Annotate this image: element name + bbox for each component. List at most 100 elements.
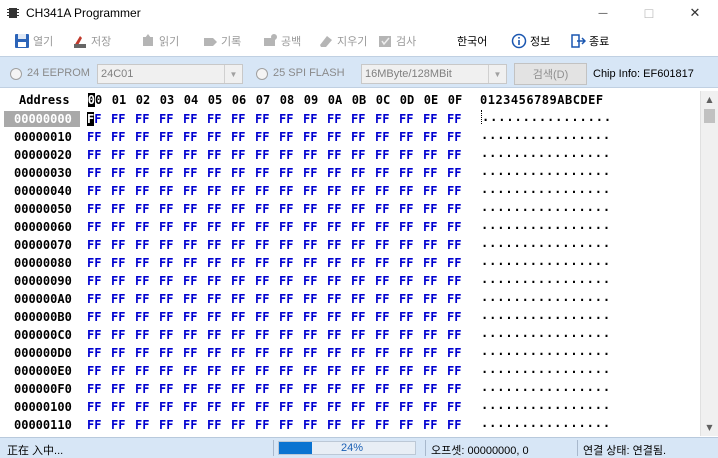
hex-byte[interactable]: FF [183, 256, 197, 270]
hex-byte[interactable]: FF [375, 382, 389, 396]
hex-byte[interactable]: FF [87, 292, 101, 306]
hex-byte[interactable]: FF [159, 148, 173, 162]
hex-byte[interactable]: FF [327, 364, 341, 378]
hex-byte[interactable]: FF [423, 184, 437, 198]
hex-byte[interactable]: FF [207, 238, 221, 252]
hex-byte[interactable]: FF [303, 238, 317, 252]
hex-byte[interactable]: FF [423, 346, 437, 360]
hex-byte[interactable]: FF [135, 274, 149, 288]
hex-byte[interactable]: FF [207, 202, 221, 216]
hex-byte[interactable]: FF [375, 274, 389, 288]
hex-byte[interactable]: FF [135, 382, 149, 396]
hex-byte[interactable]: FF [231, 184, 245, 198]
hex-byte[interactable]: FF [159, 274, 173, 288]
hex-byte[interactable]: FF [135, 346, 149, 360]
hex-byte[interactable]: FF [135, 292, 149, 306]
hex-byte[interactable]: FF [159, 202, 173, 216]
hex-byte[interactable]: FF [447, 148, 461, 162]
hex-byte[interactable]: FF [87, 238, 101, 252]
write-button[interactable]: 기록 [202, 31, 241, 51]
hex-byte[interactable]: FF [231, 166, 245, 180]
hex-byte[interactable]: FF [183, 238, 197, 252]
hex-byte[interactable]: FF [111, 328, 125, 342]
hex-byte[interactable]: FF [447, 292, 461, 306]
hex-byte[interactable]: FF [111, 418, 125, 432]
hex-byte[interactable]: FF [279, 238, 293, 252]
hex-byte[interactable]: FF [423, 418, 437, 432]
hex-byte[interactable]: FF [183, 346, 197, 360]
hex-byte[interactable]: FF [447, 166, 461, 180]
hex-byte[interactable]: FF [159, 418, 173, 432]
hex-byte[interactable]: FF [303, 364, 317, 378]
hex-byte[interactable]: FF [159, 346, 173, 360]
blank-button[interactable]: 공백 [262, 31, 301, 51]
hex-byte[interactable]: FF [279, 400, 293, 414]
row-ascii[interactable]: ................ [481, 362, 611, 376]
hex-byte[interactable]: FF [279, 382, 293, 396]
hex-byte[interactable]: FF [255, 382, 269, 396]
hex-byte[interactable]: FF [399, 112, 413, 126]
hex-byte[interactable]: FF [399, 202, 413, 216]
hex-byte[interactable]: FF [207, 310, 221, 324]
hex-byte[interactable]: FF [111, 202, 125, 216]
hex-byte[interactable]: FF [303, 400, 317, 414]
hex-byte[interactable]: FF [399, 274, 413, 288]
hex-byte[interactable]: FF [231, 310, 245, 324]
hex-byte[interactable]: FF [255, 418, 269, 432]
hex-byte[interactable]: FF [351, 328, 365, 342]
hex-byte[interactable]: FF [111, 166, 125, 180]
hex-byte[interactable]: FF [183, 130, 197, 144]
hex-byte[interactable]: FF [183, 184, 197, 198]
hex-byte[interactable]: FF [447, 274, 461, 288]
hex-byte[interactable]: FF [399, 382, 413, 396]
hex-byte[interactable]: FF [327, 418, 341, 432]
hex-byte[interactable]: FF [327, 220, 341, 234]
hex-byte[interactable]: FF [399, 148, 413, 162]
scroll-up-icon[interactable]: ▲ [701, 91, 718, 108]
hex-byte[interactable]: FF [423, 166, 437, 180]
hex-row[interactable]: 000000A0 FF FF FF FF FF FF FF FF FF FF FF FF FF FF FF FF… [0, 290, 700, 308]
hex-byte[interactable]: FF [255, 184, 269, 198]
hex-byte[interactable]: FF [351, 184, 365, 198]
hex-byte[interactable]: FF [255, 346, 269, 360]
hex-byte[interactable]: FF [159, 256, 173, 270]
row-ascii[interactable]: ................ [481, 146, 611, 160]
hex-byte[interactable]: FF [399, 364, 413, 378]
hex-byte[interactable]: FF [159, 112, 173, 126]
hex-byte[interactable]: FF [303, 184, 317, 198]
hex-byte[interactable]: FF [375, 256, 389, 270]
hex-byte[interactable]: FF [135, 202, 149, 216]
row-ascii[interactable]: ................ [481, 398, 611, 412]
hex-byte[interactable]: FF [303, 310, 317, 324]
hex-byte[interactable]: FF [135, 400, 149, 414]
hex-byte[interactable]: FF [447, 184, 461, 198]
hex-byte[interactable]: FF [279, 148, 293, 162]
hex-byte[interactable]: FF [303, 346, 317, 360]
hex-byte[interactable]: FF [111, 274, 125, 288]
hex-byte[interactable]: FF [327, 400, 341, 414]
hex-byte[interactable]: FF [183, 418, 197, 432]
hex-byte[interactable]: FF [87, 364, 101, 378]
hex-byte[interactable]: FF [327, 202, 341, 216]
hex-byte[interactable]: FF [447, 238, 461, 252]
hex-byte[interactable]: FF [87, 148, 101, 162]
hex-byte[interactable]: FF [303, 202, 317, 216]
hex-byte[interactable]: FF [111, 184, 125, 198]
hex-byte[interactable]: FF [111, 148, 125, 162]
hex-byte[interactable]: FF [351, 130, 365, 144]
hex-byte[interactable]: FF [231, 220, 245, 234]
hex-byte[interactable]: FF [87, 418, 101, 432]
hex-byte[interactable]: FF [375, 202, 389, 216]
hex-byte[interactable]: FF [111, 130, 125, 144]
hex-byte[interactable]: FF [327, 112, 341, 126]
hex-byte[interactable]: FF [447, 112, 461, 126]
hex-editor[interactable]: Address 00 01 02 03 04 05 06 07 08 09 0A 0B 0C 0D 0E 0F… [0, 91, 700, 436]
row-ascii[interactable]: ................ [481, 272, 611, 286]
hex-byte[interactable]: FF [447, 256, 461, 270]
hex-byte[interactable]: FF [279, 346, 293, 360]
hex-byte[interactable]: FF [255, 148, 269, 162]
hex-byte[interactable]: FF [111, 400, 125, 414]
hex-byte[interactable]: FF [87, 202, 101, 216]
hex-byte[interactable]: FF [327, 292, 341, 306]
hex-byte[interactable]: FF [255, 310, 269, 324]
